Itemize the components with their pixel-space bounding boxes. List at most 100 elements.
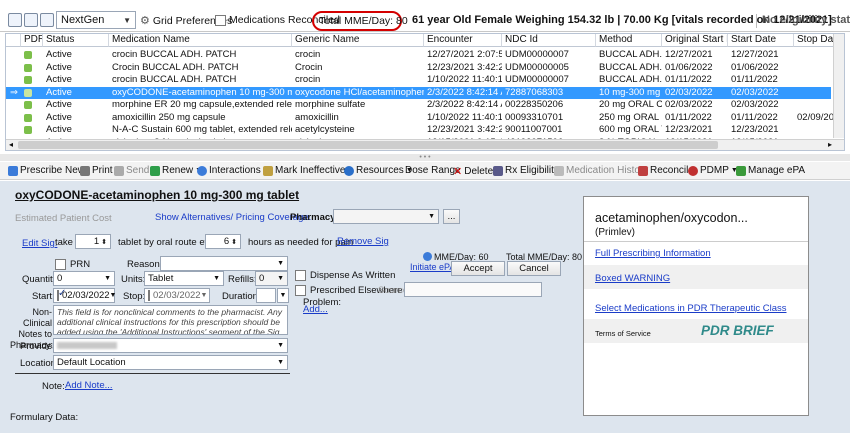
edit-sig-link[interactable]: Edit Sig: (22, 238, 57, 249)
location-select[interactable]: Default Location ▼ (53, 355, 288, 370)
delete-button[interactable]: ✕ Delete (453, 165, 493, 178)
cell-ndc: UDM00000007 (505, 74, 569, 85)
col-header-medication[interactable]: Medication Name (109, 34, 292, 47)
provider-select[interactable]: ▼ (53, 338, 288, 353)
dispense-as-written-checkbox[interactable]: Dispense As Written (295, 270, 395, 281)
rx-eligibility-button[interactable]: Rx Eligibility (493, 165, 559, 176)
refresh-icon[interactable] (40, 13, 54, 27)
scroll-left-icon[interactable]: ◂ (9, 140, 13, 149)
manage-epa-button[interactable]: Manage ePA (736, 165, 805, 176)
cell-ndc: UDM00000005 (505, 61, 569, 73)
pdmp-button[interactable]: PDMP ▼ (688, 165, 738, 176)
stop-date-value: 02/03/2022 (153, 290, 201, 301)
pdr-icon[interactable] (24, 51, 32, 59)
provider-select[interactable]: NextGen ▼ (56, 11, 136, 29)
col-header-encounter[interactable]: Encounter (424, 34, 502, 47)
col-header-method[interactable]: Method (596, 34, 662, 47)
send-button[interactable]: Send (114, 165, 149, 176)
resources-button[interactable]: Resources ▼ (344, 165, 413, 176)
quantity-select[interactable]: 0 ▼ (53, 271, 115, 286)
splitter[interactable]: • • • (0, 154, 850, 161)
terms-of-service[interactable]: Terms of Service (595, 329, 651, 338)
every-qty-stepper[interactable]: 6 ⬍ (205, 234, 241, 249)
remove-sig-link[interactable]: Remove Sig (337, 236, 389, 247)
col-header-ndc[interactable]: NDC Id (502, 34, 596, 47)
redacted-provider (57, 342, 117, 349)
source-input[interactable] (404, 282, 542, 297)
start-date-picker[interactable]: 02/03/2022▼ (53, 288, 116, 303)
pdr-icon[interactable] (24, 63, 32, 72)
print-button[interactable]: Print (80, 165, 113, 176)
initiate-epa-link[interactable]: Initiate ePA (410, 262, 455, 272)
col-header-generic[interactable]: Generic Name (292, 34, 424, 47)
units-select[interactable]: Tablet ▼ (144, 271, 224, 286)
table-row[interactable]: Active crocin BUCCAL ADH. PATCH crocin 1/10… (6, 74, 831, 87)
cell-ndc: 90011007001 (505, 124, 563, 135)
col-header-stop[interactable]: Stop Date (794, 34, 834, 47)
interactions-button[interactable]: Interactions▼ (197, 165, 270, 176)
take-qty-stepper[interactable]: 1 ⬍ (75, 234, 111, 249)
add-note-link[interactable]: Add Note... (65, 380, 113, 391)
accept-button[interactable]: Accept (451, 261, 505, 276)
cell-start: 01/11/2022 (731, 74, 778, 85)
brief-brand-name: (Primlev) (595, 227, 635, 238)
vertical-scrollbar[interactable] (833, 34, 844, 138)
horizontal-scrollbar[interactable]: ◂ ▸ (6, 139, 844, 150)
renew-button[interactable]: Renew▼ (150, 165, 202, 176)
checkbox-icon[interactable] (57, 288, 66, 301)
prescription-title: oxyCODONE-acetaminophen 10 mg-300 mg tab… (15, 188, 300, 202)
col-header-orig-start[interactable]: Original Start Date (662, 34, 728, 47)
cell-orig: 02/03/2022 (665, 99, 713, 110)
col-header-pdr[interactable]: PDR (21, 34, 43, 47)
duration-dropdown[interactable]: ▼ (277, 288, 289, 303)
table-row[interactable]: Active amoxicillin 250 mg capsule amoxicil… (6, 111, 834, 125)
pdr-icon[interactable] (24, 113, 32, 122)
cell-med: oxyCODONE-acetaminophen 10 mg-300 mg tab… (112, 86, 292, 98)
medication-grid[interactable]: PDR Status Medication Name Generic Name … (5, 33, 845, 151)
reason-select[interactable]: ▼ (160, 256, 288, 271)
copy-icon[interactable] (24, 13, 38, 27)
prn-checkbox[interactable]: PRN (55, 259, 90, 270)
table-row[interactable]: ⇒ Active oxyCODONE-acetaminophen 10 mg-300… (6, 86, 831, 99)
col-header-status[interactable]: Status (43, 34, 109, 47)
renew-icon (150, 165, 160, 176)
spinner-icon[interactable]: ⬍ (231, 238, 237, 246)
cancel-button[interactable]: Cancel (507, 261, 561, 276)
pharmacy-select[interactable]: ▼ (333, 209, 439, 224)
scroll-thumb[interactable] (18, 141, 718, 149)
cell-ndc: 72887068303 (505, 86, 564, 98)
problem-add-link[interactable]: Add... (303, 304, 328, 315)
select-meds-link[interactable]: Select Medications in PDR Therapeutic Cl… (595, 303, 787, 314)
boxed-warning-link[interactable]: Boxed WARNING (595, 273, 670, 284)
table-row[interactable]: Active morphine ER 20 mg capsule,extended… (6, 99, 831, 112)
scroll-right-icon[interactable]: ▸ (828, 140, 832, 149)
table-row[interactable]: Active Crocin BUCCAL ADH. PATCH Crocin 12/2… (6, 62, 831, 75)
table-row[interactable]: Active crocin BUCCAL ADH. PATCH crocin 12/2… (6, 49, 831, 62)
spinner-icon[interactable]: ⬍ (101, 238, 107, 246)
pharmacy-browse-button[interactable]: ... (443, 209, 460, 224)
cell-med: morphine ER 20 mg capsule,extended relea… (112, 99, 292, 110)
table-row[interactable]: Active N-A-C Sustain 600 mg tablet, exten… (6, 124, 831, 137)
chevron-down-icon: ▼ (123, 15, 131, 25)
pdr-icon[interactable] (24, 76, 32, 84)
cell-ndc: UDM00000007 (505, 49, 569, 60)
document-icon[interactable] (8, 13, 22, 27)
checkbox-icon[interactable] (148, 290, 150, 301)
full-prescribing-info-link[interactable]: Full Prescribing Information (595, 248, 711, 259)
col-header-start[interactable]: Start Date (728, 34, 794, 47)
pdr-icon[interactable] (24, 88, 32, 97)
mark-ineffective-button[interactable]: Mark Ineffective▼ (263, 165, 354, 176)
medication-history-button[interactable]: Medication History (554, 165, 648, 176)
cell-orig: 01/11/2022 (665, 111, 712, 123)
cell-start: 02/03/2022 (731, 99, 779, 110)
stop-date-picker[interactable]: 02/03/2022 ▼ (144, 288, 210, 303)
prescribe-new-button[interactable]: Prescribe New (8, 165, 85, 176)
pdr-icon[interactable] (24, 101, 32, 109)
pdr-icon[interactable] (24, 126, 32, 134)
reconcile-button[interactable]: Reconcile (638, 165, 694, 176)
prn-label: PRN (70, 259, 91, 270)
notes-textarea[interactable]: This field is for nonclinical comments t… (53, 305, 288, 335)
chevron-down-icon: ▼ (277, 359, 284, 366)
duration-input[interactable] (256, 288, 276, 303)
refills-select[interactable]: 0 ▼ (255, 271, 288, 286)
